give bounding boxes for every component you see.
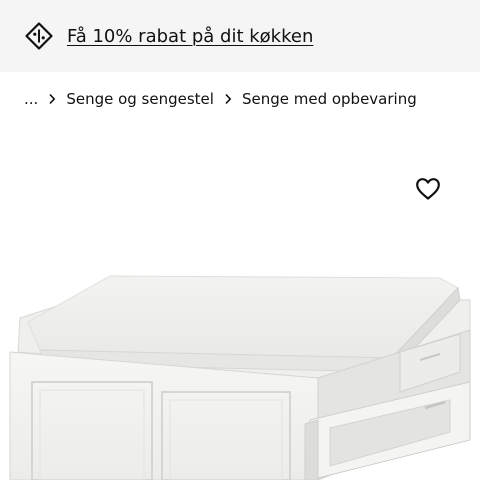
favourite-button[interactable] (412, 175, 444, 207)
heart-outline-icon (415, 177, 441, 205)
breadcrumb-ellipsis[interactable]: ... (24, 90, 38, 108)
discount-tag-icon (24, 21, 54, 51)
breadcrumb: ... Senge og sengestel Senge med opbevar… (24, 86, 417, 112)
product-image (0, 215, 480, 480)
chevron-right-icon (224, 93, 232, 105)
chevron-right-icon (48, 93, 56, 105)
breadcrumb-item-beds[interactable]: Senge og sengestel (66, 90, 214, 108)
breadcrumb-item-storage-beds[interactable]: Senge med opbevaring (242, 90, 417, 108)
promo-banner: Få 10% rabat på dit køkken (0, 0, 480, 72)
promo-link[interactable]: Få 10% rabat på dit køkken (67, 26, 313, 47)
